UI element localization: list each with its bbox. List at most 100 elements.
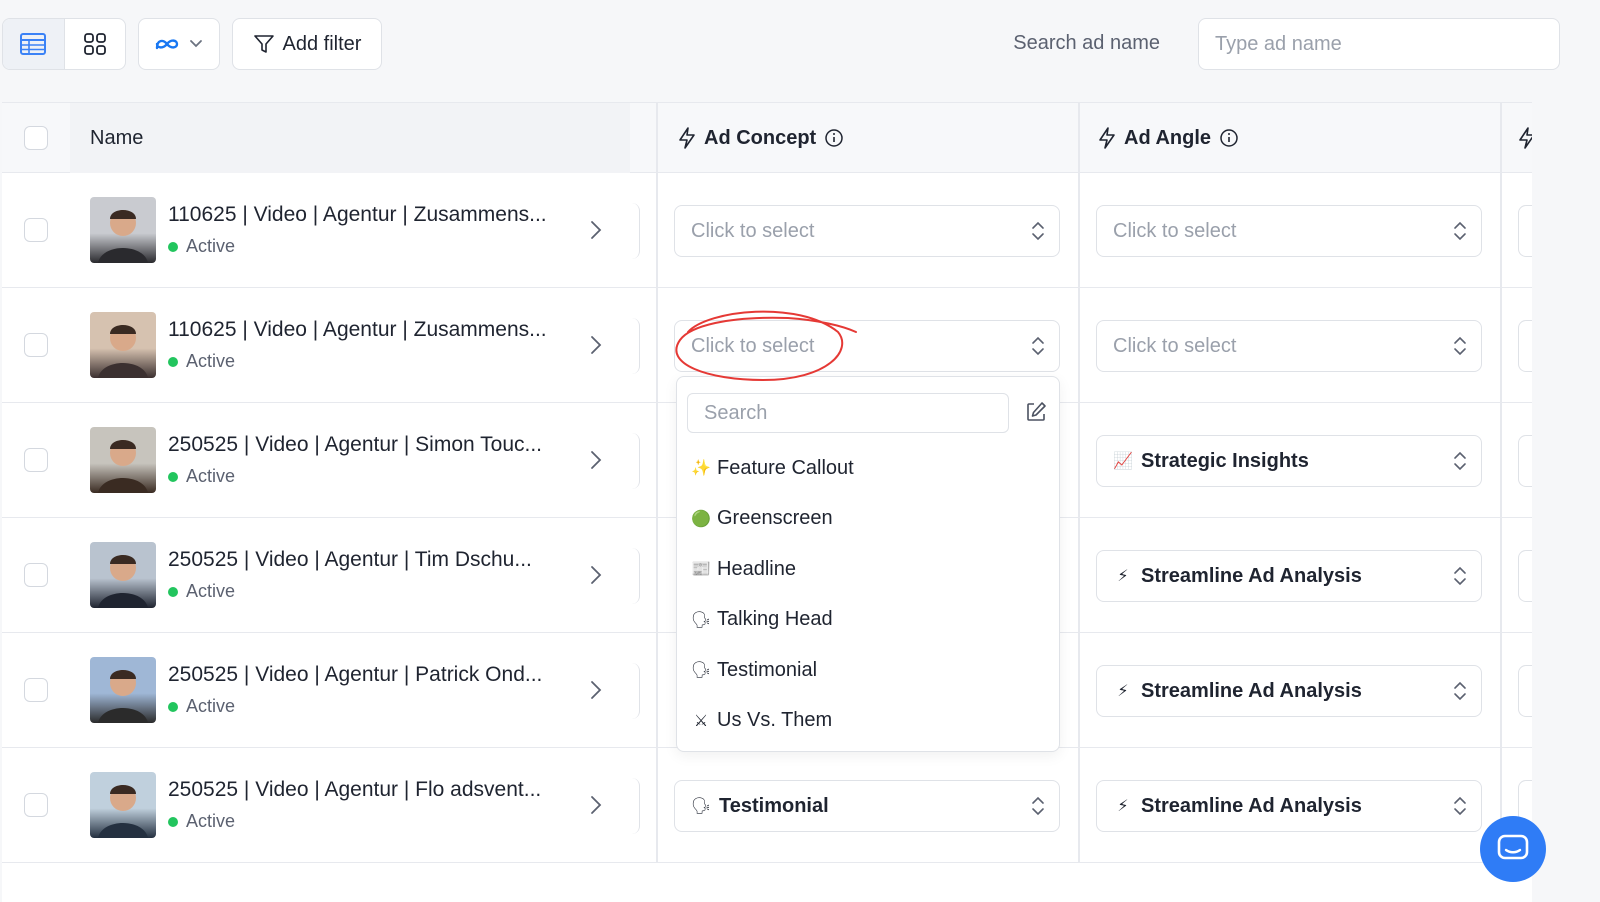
platform-select[interactable]	[138, 18, 220, 70]
updown-chevron-icon	[1454, 681, 1466, 701]
ad-concept-select[interactable]: Click to select	[674, 320, 1060, 372]
ad-concept-dropdown: ✨Feature Callout🟢Greenscreen📰Headline🗣Ta…	[676, 376, 1060, 752]
search-ad-name-input[interactable]	[1198, 18, 1560, 70]
ad-name[interactable]: 110625 | Video | Agentur | Zusammens...	[168, 203, 547, 227]
ad-thumbnail[interactable]	[90, 197, 156, 263]
expand-row-button[interactable]	[586, 791, 606, 824]
chevron-right-icon	[591, 796, 602, 814]
column-header-ad-angle[interactable]: Ad Angle	[1098, 103, 1239, 173]
filter-icon	[253, 35, 274, 53]
ad-thumbnail[interactable]	[90, 427, 156, 493]
status-dot-icon	[168, 586, 178, 597]
lightning-icon	[1519, 127, 1532, 149]
status-dot-icon	[168, 241, 178, 252]
status-badge: Active	[168, 236, 235, 257]
ad-concept-select[interactable]: 🗣 Testimonial	[674, 780, 1060, 832]
dropdown-search-input[interactable]	[687, 393, 1009, 433]
newspaper-icon: 📰	[691, 561, 711, 579]
updown-chevron-icon	[1454, 221, 1466, 241]
chevron-right-icon	[591, 221, 602, 239]
ad-thumbnail[interactable]	[90, 542, 156, 608]
ad-name[interactable]: 250525 | Video | Agentur | Simon Touc...	[168, 433, 542, 457]
grid-view-button[interactable]	[65, 19, 126, 69]
dropdown-option[interactable]: 🟢 Greenscreen	[691, 494, 1049, 545]
chevron-down-icon	[190, 40, 202, 48]
next-column-select[interactable]	[1518, 205, 1532, 257]
ad-angle-select[interactable]: ⚡ Streamline Ad Analysis	[1096, 665, 1482, 717]
status-badge: Active	[168, 466, 235, 487]
table-row[interactable]: 110625 | Video | Agentur | Zusammens... A…	[2, 173, 1532, 288]
add-filter-button[interactable]: Add filter	[232, 18, 382, 70]
row-checkbox[interactable]	[24, 448, 48, 472]
ad-angle-select[interactable]: ⚡ Streamline Ad Analysis	[1096, 780, 1482, 832]
sparkles-icon: ✨	[691, 460, 711, 478]
ad-name[interactable]: 250525 | Video | Agentur | Patrick Ond..…	[168, 663, 542, 687]
row-checkbox[interactable]	[24, 793, 48, 817]
info-icon[interactable]	[824, 128, 844, 148]
updown-chevron-icon	[1032, 336, 1044, 356]
chevron-right-icon	[591, 566, 602, 584]
status-dot-icon	[168, 701, 178, 712]
updown-chevron-icon	[1032, 221, 1044, 241]
dropdown-option[interactable]: ✨ Feature Callout	[691, 443, 1049, 494]
column-header-ad-concept[interactable]: Ad Concept	[678, 103, 844, 173]
expand-row-button[interactable]	[586, 561, 606, 594]
lightning-icon: ⚡	[1117, 568, 1129, 585]
status-dot-icon	[168, 471, 178, 482]
next-column-select[interactable]	[1518, 665, 1532, 717]
ad-name[interactable]: 110625 | Video | Agentur | Zusammens...	[168, 318, 547, 342]
ad-concept-select[interactable]: Click to select	[674, 205, 1060, 257]
info-icon[interactable]	[1219, 128, 1239, 148]
grid-view-icon	[83, 33, 106, 55]
column-header-next[interactable]	[1518, 103, 1532, 173]
next-column-select[interactable]	[1518, 550, 1532, 602]
next-column-select[interactable]	[1518, 435, 1532, 487]
status-badge: Active	[168, 811, 235, 832]
row-checkbox[interactable]	[24, 333, 48, 357]
status-badge: Active	[168, 581, 235, 602]
next-column-select[interactable]	[1518, 320, 1532, 372]
dropdown-option[interactable]: 📰 Headline	[691, 544, 1049, 595]
expand-row-button[interactable]	[586, 446, 606, 479]
row-checkbox[interactable]	[24, 563, 48, 587]
table-row[interactable]: 250525 | Video | Agentur | Flo adsvent..…	[2, 748, 1532, 863]
ad-angle-select[interactable]: 📈 Strategic Insights	[1096, 435, 1482, 487]
chat-icon	[1497, 834, 1529, 860]
edit-icon[interactable]	[1025, 401, 1047, 423]
ad-name[interactable]: 250525 | Video | Agentur | Flo adsvent..…	[168, 778, 541, 802]
chevron-right-icon	[591, 336, 602, 354]
table-view-button[interactable]	[3, 19, 65, 69]
ad-thumbnail[interactable]	[90, 657, 156, 723]
chevron-right-icon	[591, 451, 602, 469]
expand-row-button[interactable]	[586, 676, 606, 709]
ad-thumbnail[interactable]	[90, 312, 156, 378]
search-label: Search ad name	[1013, 32, 1160, 54]
add-filter-label: Add filter	[282, 32, 362, 55]
ad-angle-select[interactable]: ⚡ Streamline Ad Analysis	[1096, 550, 1482, 602]
ad-angle-select[interactable]: Click to select	[1096, 320, 1482, 372]
dropdown-options: ✨ Feature Callout 🟢 Greenscreen 📰 Headline 🗣 Ta…	[691, 443, 1049, 746]
dropdown-option[interactable]: 🗣 Talking Head	[691, 595, 1049, 646]
expand-row-button[interactable]	[586, 216, 606, 249]
status-dot-icon	[168, 816, 178, 827]
ad-thumbnail[interactable]	[90, 772, 156, 838]
meta-logo-icon	[155, 39, 179, 50]
table-view-icon	[20, 33, 47, 55]
select-all-checkbox[interactable]	[24, 126, 48, 150]
lightning-icon	[679, 127, 695, 149]
speaking-head-icon: 🗣	[690, 662, 712, 680]
status-badge: Active	[168, 351, 235, 372]
chevron-right-icon	[591, 681, 602, 699]
table-header: Name Ad Concept Ad Angle	[2, 103, 1532, 173]
row-checkbox[interactable]	[24, 678, 48, 702]
updown-chevron-icon	[1454, 451, 1466, 471]
expand-row-button[interactable]	[586, 331, 606, 364]
dropdown-option[interactable]: ⚔ Us Vs. Them	[691, 696, 1049, 747]
column-header-name[interactable]: Name	[90, 103, 143, 173]
ad-name[interactable]: 250525 | Video | Agentur | Tim Dschu...	[168, 548, 532, 572]
chat-support-button[interactable]	[1480, 816, 1546, 882]
row-checkbox[interactable]	[24, 218, 48, 242]
speaking-head-icon: 🗣	[690, 611, 712, 629]
dropdown-option[interactable]: 🗣 Testimonial	[691, 645, 1049, 696]
ad-angle-select[interactable]: Click to select	[1096, 205, 1482, 257]
